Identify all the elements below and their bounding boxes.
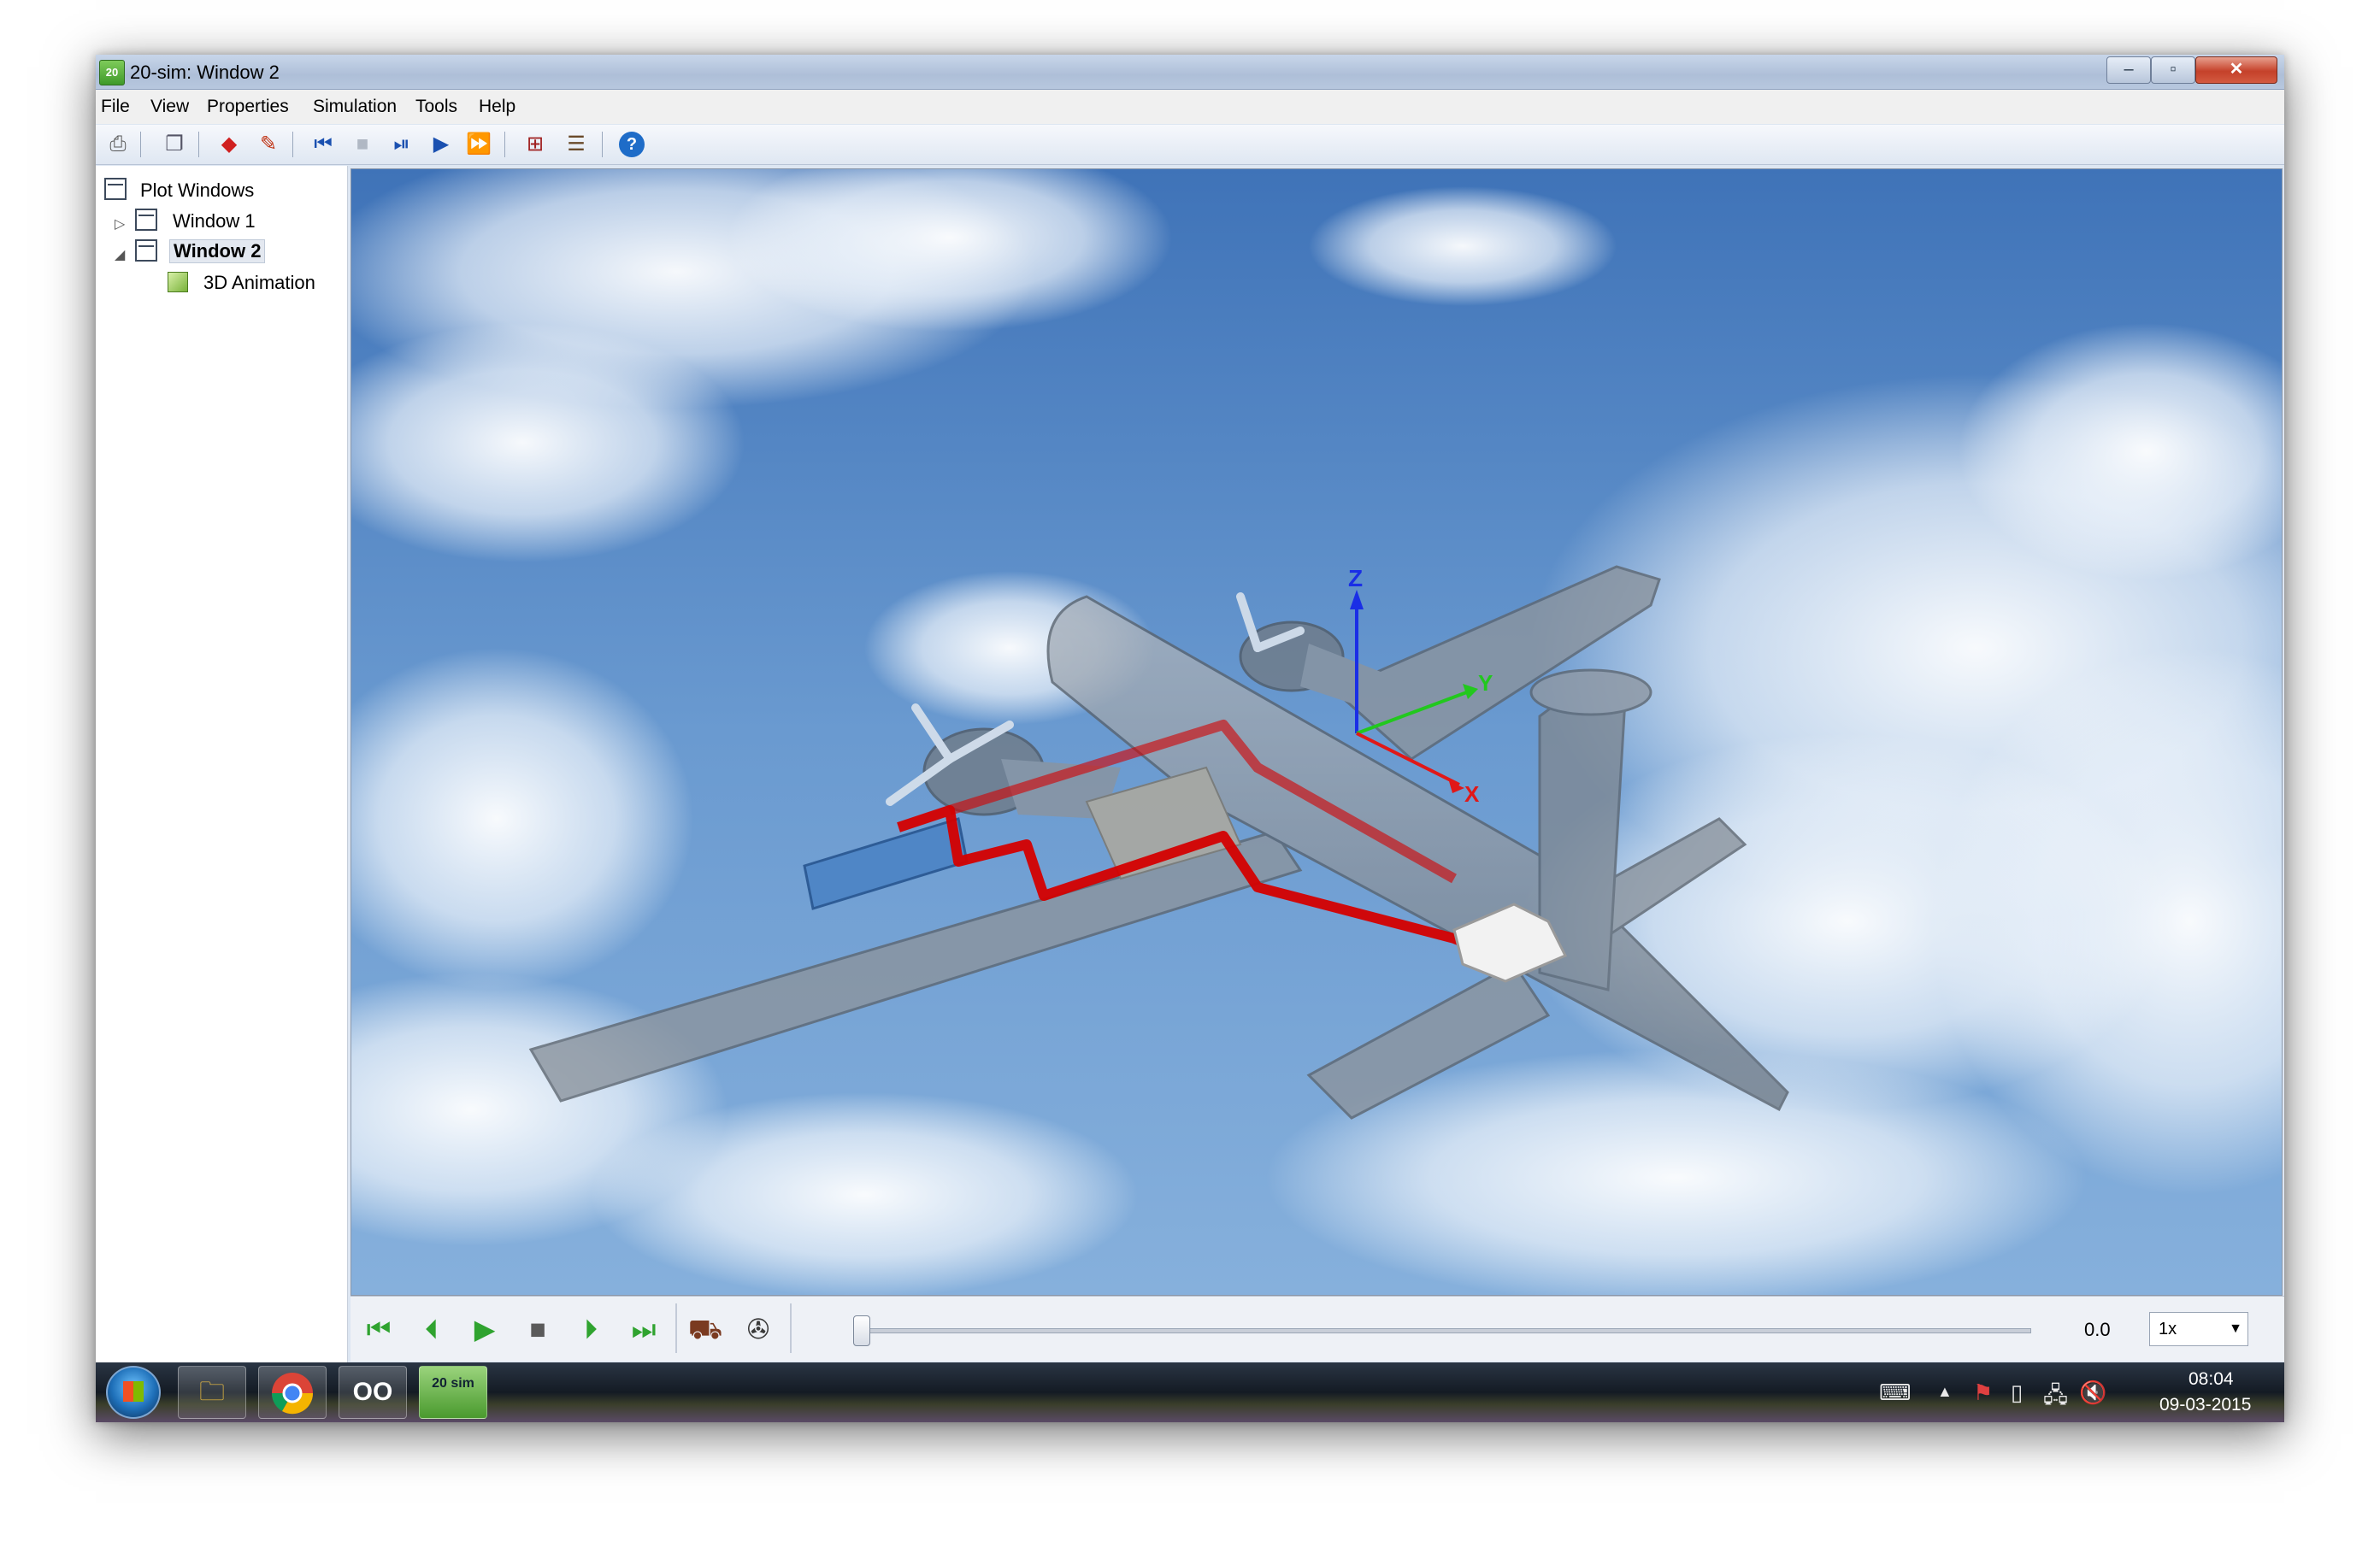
playback-separator	[675, 1303, 677, 1353]
show-hidden-icons[interactable]: ▲	[1937, 1383, 1953, 1401]
close-button[interactable]: ✕	[2195, 56, 2277, 84]
windows-taskbar: 🗀 OO 20 sim ⌨ ▲ ⚑ ▯ 🖧 🔇 08:04 09-03-2015	[96, 1362, 2284, 1422]
keyboard-icon[interactable]: ⌨	[1879, 1380, 1912, 1406]
time-slider-track[interactable]	[867, 1328, 2031, 1333]
stop-button[interactable]: ■	[518, 1312, 557, 1346]
explorer-icon[interactable]: 🗀	[178, 1366, 246, 1419]
clock-date[interactable]: 09-03-2015	[2159, 1395, 2251, 1415]
plot-properties-icon[interactable]: ⊞	[521, 132, 549, 157]
title-bar: 20 20-sim: Window 2 – ▫ ✕	[96, 55, 2284, 90]
go-to-end-button[interactable]: ⏭	[624, 1312, 663, 1346]
play-icon[interactable]: ▶	[427, 132, 455, 157]
speed-value: 1x	[2159, 1320, 2177, 1338]
time-readout: 0.0	[2084, 1319, 2111, 1340]
record-camera-icon[interactable]: ⛟	[686, 1312, 725, 1346]
tree-item-3d-animation[interactable]: 3D Animation	[203, 272, 315, 294]
axis-label-x: X	[1464, 781, 1480, 807]
toolbar-separator	[140, 132, 141, 157]
rewind-icon[interactable]: ⏮	[309, 132, 337, 157]
start-button[interactable]	[106, 1366, 161, 1419]
edit-icon[interactable]: ✎	[255, 132, 282, 157]
maximize-button[interactable]: ▫	[2151, 56, 2195, 84]
fast-forward-icon[interactable]: ⏩	[465, 132, 492, 157]
menu-view[interactable]: View	[150, 97, 189, 117]
toolbar: ⎙ ❐ ◆ ✎ ⏮ ■ ⏯ ▶ ⏩ ⊞ ☰ ?	[96, 125, 2284, 165]
app-oo-icon[interactable]: OO	[339, 1366, 407, 1419]
step-forward-button[interactable]: ⏵	[571, 1312, 610, 1346]
chevron-down-icon: ▼	[2229, 1321, 2242, 1336]
battery-icon[interactable]: ▯	[2011, 1380, 2023, 1406]
window-icon	[135, 209, 157, 231]
network-icon[interactable]: 🖧	[2043, 1380, 2068, 1417]
window-title: 20-sim: Window 2	[130, 62, 280, 83]
time-slider-thumb[interactable]	[853, 1315, 870, 1346]
go-to-start-button[interactable]: ⏮	[359, 1312, 398, 1346]
step-back-button[interactable]: ⏴	[412, 1312, 451, 1346]
scene-svg: Z Y X	[351, 169, 2282, 1295]
tree-item-window-2[interactable]: Window 2	[169, 239, 266, 263]
collapse-icon[interactable]: ◢	[115, 246, 125, 263]
toolbar-separator	[292, 132, 293, 157]
step-icon[interactable]: ⏯	[388, 132, 415, 157]
menu-bar: File View Properties Simulation Tools He…	[96, 90, 2284, 124]
help-icon[interactable]: ?	[619, 132, 645, 157]
menu-simulation[interactable]: Simulation	[313, 97, 397, 117]
action-center-flag-icon[interactable]: ⚑	[1973, 1380, 1993, 1406]
menu-tools[interactable]: Tools	[415, 97, 457, 117]
plot-windows-icon	[104, 178, 127, 200]
volume-muted-icon[interactable]: 🔇	[2079, 1380, 2106, 1406]
stop-icon[interactable]: ■	[349, 132, 376, 157]
film-reel-icon[interactable]: ✇	[739, 1312, 778, 1346]
animation-cube-icon	[168, 272, 188, 292]
playback-separator	[790, 1303, 792, 1353]
playback-bar: ⏮ ⏴ ▶ ■ ⏵ ⏭ ⛟ ✇ 0.0 1x ▼	[351, 1296, 2284, 1362]
chrome-icon[interactable]	[258, 1366, 327, 1419]
expand-icon[interactable]: ▷	[115, 215, 125, 232]
axis-label-y: Y	[1478, 670, 1493, 696]
speed-select[interactable]: 1x ▼	[2149, 1312, 2248, 1346]
toolbar-separator	[602, 132, 603, 157]
toolbar-separator	[198, 132, 199, 157]
20-sim-taskbar-icon[interactable]: 20 sim	[419, 1366, 487, 1419]
tree-root-label[interactable]: Plot Windows	[140, 179, 254, 202]
screenshot: 20 20-sim: Window 2 – ▫ ✕ File View Prop…	[96, 55, 2284, 1422]
settings-icon[interactable]: ☰	[563, 132, 590, 157]
plot-windows-tree: Plot Windows ▷ Window 1 ◢ Window 2 3D An…	[96, 166, 348, 1362]
menu-help[interactable]: Help	[479, 97, 515, 117]
tree-item-window-1[interactable]: Window 1	[173, 210, 256, 232]
clock-time[interactable]: 08:04	[2189, 1369, 2234, 1390]
menu-file[interactable]: File	[101, 97, 130, 117]
app-icon: 20	[99, 60, 125, 85]
play-button[interactable]: ▶	[465, 1312, 504, 1346]
minimize-button[interactable]: –	[2106, 56, 2151, 84]
axis-label-z: Z	[1348, 565, 1363, 591]
toolbar-separator	[504, 132, 505, 157]
print-icon[interactable]: ⎙	[104, 132, 132, 157]
menu-properties[interactable]: Properties	[207, 97, 289, 117]
window-icon	[135, 239, 157, 262]
3d-animation-viewport[interactable]: Z Y X	[351, 168, 2283, 1296]
copy-icon[interactable]: ❐	[161, 132, 188, 157]
diamond-icon[interactable]: ◆	[215, 132, 243, 157]
